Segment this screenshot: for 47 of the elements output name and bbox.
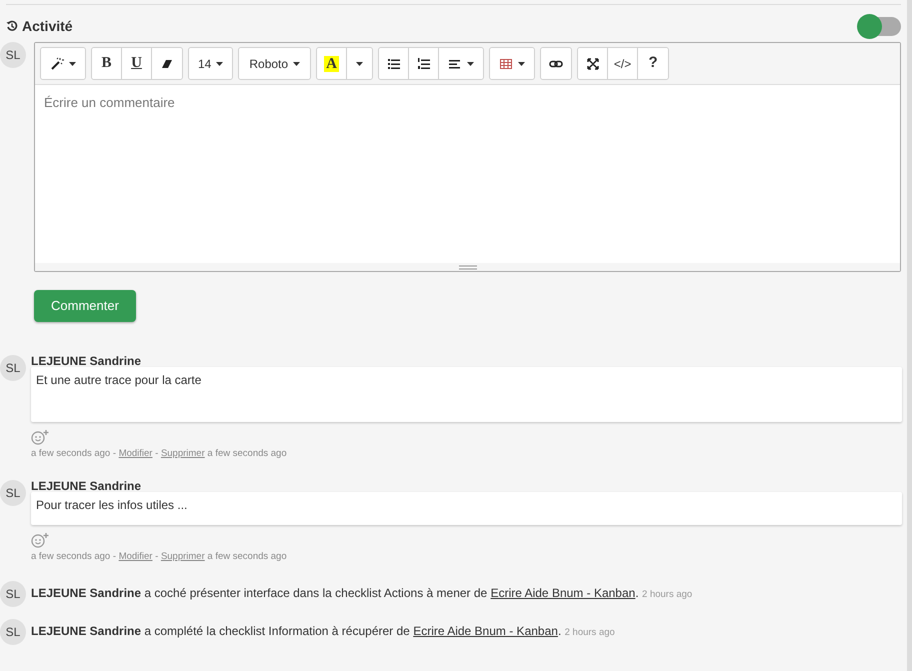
- toolbar-button[interactable]: </>: [608, 48, 638, 79]
- fullscreen-icon: [586, 56, 600, 70]
- toolbar-icon-button[interactable]: [409, 48, 440, 79]
- caret-icon: [293, 62, 300, 66]
- caret-icon: [69, 62, 76, 66]
- toolbar-button[interactable]: A: [317, 48, 348, 79]
- card-link[interactable]: Ecrire Aide Bnum - Kanban: [490, 586, 636, 600]
- avatar: SL: [0, 480, 26, 506]
- toolbar-button[interactable]: U: [122, 48, 152, 79]
- avatar: SL: [0, 42, 26, 68]
- activity-entry: LEJEUNE Sandrine a coché présenter interface dans la checklist Actions à mener de Ecrire Aide Bnum - Kanban. 2 hours ago: [31, 585, 692, 602]
- bullet-list-icon: [386, 56, 401, 70]
- toolbar-icon-button[interactable]: [578, 48, 608, 79]
- card-link[interactable]: Ecrire Aide Bnum - Kanban: [413, 624, 558, 638]
- toolbar-button[interactable]: ?: [638, 48, 668, 79]
- magic-wand-icon: [50, 56, 64, 70]
- comment-meta: a few seconds ago - Modifier - Supprimer a few seconds ago: [31, 550, 288, 564]
- caret-icon: [356, 62, 364, 66]
- add-reaction-icon[interactable]: [31, 532, 51, 548]
- table-icon: [499, 56, 514, 70]
- toolbar-button[interactable]: Roboto: [239, 48, 310, 79]
- comment-editor[interactable]: B U 14 Roboto A </> ? Écrire un commentaire: [34, 42, 901, 272]
- toolbar-button[interactable]: B: [92, 48, 122, 79]
- author-name: LEJEUNE Sandrine: [31, 353, 142, 367]
- history-icon: [6, 20, 18, 32]
- comment-meta: a few seconds ago - Modifier - Supprimer a few seconds ago: [31, 447, 288, 461]
- section-title: Activité: [22, 16, 73, 36]
- scrollbar[interactable]: [907, 0, 912, 671]
- resize-handle-icon[interactable]: [458, 264, 476, 270]
- activity-entry: LEJEUNE Sandrine a complété la checklist Information à récupérer de Ecrire Aide Bnum - Kanban. 2 hours ago: [31, 623, 615, 640]
- comment-text: Pour tracer les infos utiles ...: [31, 492, 902, 526]
- toolbar-icon-button[interactable]: [152, 48, 182, 79]
- toolbar-icon-button[interactable]: [439, 48, 484, 79]
- caret-icon: [518, 62, 526, 66]
- comment-text: Et une autre trace pour la carte: [31, 367, 902, 422]
- author-name: LEJEUNE Sandrine: [31, 478, 142, 492]
- toggle-switch[interactable]: [857, 14, 901, 38]
- caret-icon: [467, 62, 474, 66]
- avatar: SL: [0, 618, 26, 644]
- avatar: SL: [0, 580, 26, 606]
- toolbar-button[interactable]: 14: [189, 48, 232, 79]
- avatar: SL: [0, 355, 26, 381]
- numbered-list-icon: [416, 56, 431, 70]
- toolbar-icon-button[interactable]: [379, 48, 410, 79]
- add-reaction-icon[interactable]: [31, 429, 51, 445]
- caret-icon: [216, 62, 224, 66]
- comment-button[interactable]: Commenter: [34, 290, 136, 322]
